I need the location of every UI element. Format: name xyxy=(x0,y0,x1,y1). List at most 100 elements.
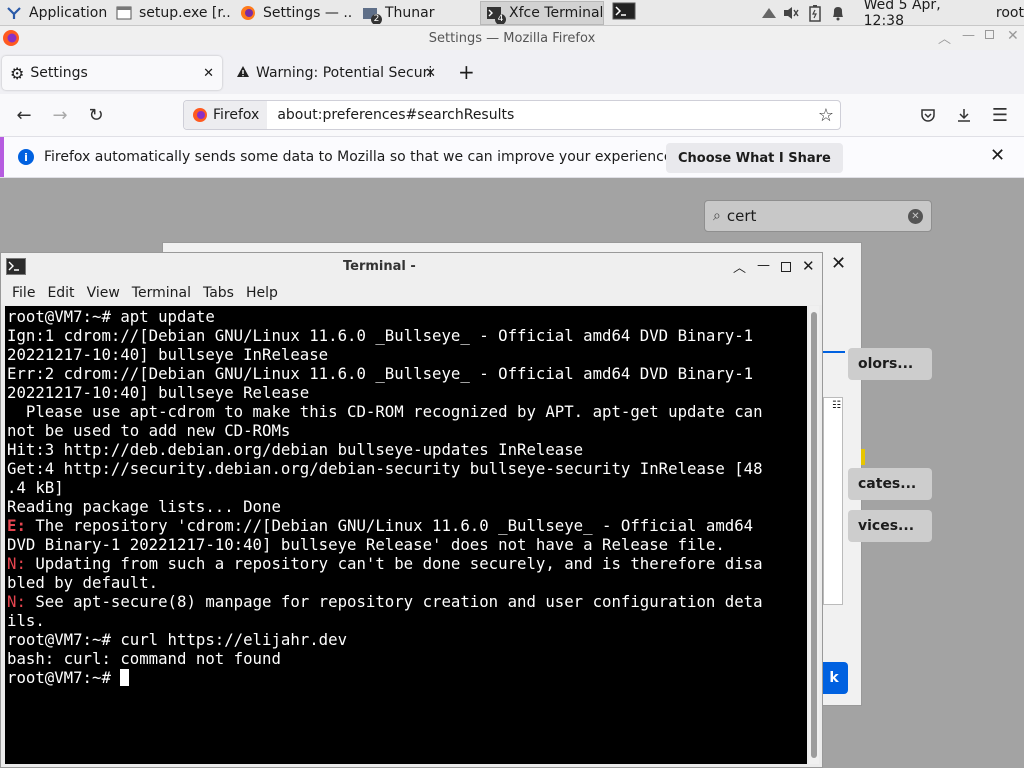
window-title: Settings — Mozilla Firefox xyxy=(428,30,596,46)
taskbar-terminal-launcher[interactable] xyxy=(608,1,640,25)
url-text[interactable]: about:preferences#searchResults xyxy=(277,107,514,123)
terminal-line-text: bash: curl: command not found xyxy=(7,649,281,668)
bookmark-star-icon[interactable]: ☆ xyxy=(818,105,834,126)
terminal-line: .4 kB] xyxy=(7,478,805,497)
terminal-line: 20221217-10:40] bullseye Release xyxy=(7,383,805,402)
terminal-line-text: Err:2 cdrom://[Debian GNU/Linux 11.6.0 _… xyxy=(7,364,754,383)
identity-label: Firefox xyxy=(213,107,260,123)
downloads-icon[interactable] xyxy=(946,99,982,131)
ok-label: k xyxy=(829,670,839,686)
roll-up-icon[interactable]: ︿ xyxy=(733,257,746,276)
terminal-icon xyxy=(612,2,636,24)
taskbar-thunar[interactable]: 2 Thunar xyxy=(356,1,476,25)
close-icon[interactable]: ✕ xyxy=(802,257,815,275)
close-tab-icon[interactable]: ✕ xyxy=(203,66,214,81)
taskbar-label: Xfce Terminal xyxy=(509,4,604,21)
taskbar-firefox-settings[interactable]: Settings — ... xyxy=(234,1,354,25)
terminal-cursor xyxy=(120,669,130,686)
terminal-line: root@VM7:~# apt update xyxy=(7,307,805,326)
menu-terminal[interactable]: Terminal xyxy=(126,285,197,301)
firefox-icon xyxy=(239,5,257,21)
terminal-icon: 4 xyxy=(485,5,506,24)
view-certificates-button[interactable]: cates... xyxy=(848,468,932,500)
terminal-line-text: 20221217-10:40] bullseye InRelease xyxy=(7,345,329,364)
security-devices-button[interactable]: vices... xyxy=(848,510,932,542)
terminal-scrollbar[interactable] xyxy=(809,306,819,764)
menu-tabs[interactable]: Tabs xyxy=(197,285,240,301)
message-prefix: N: xyxy=(7,592,26,611)
close-notice-icon[interactable]: ✕ xyxy=(990,145,1005,166)
terminal-line: Hit:3 http://deb.debian.org/debian bulls… xyxy=(7,440,805,459)
dialog-list-area: ☷ xyxy=(823,397,843,605)
devices-label: vices... xyxy=(858,518,915,534)
user-name[interactable]: root xyxy=(996,5,1024,21)
terminal-line-text: root@VM7:~# apt update xyxy=(7,307,215,326)
terminal-line-text: Reading package lists... Done xyxy=(7,497,281,516)
terminal-line: 20221217-10:40] bullseye InRelease xyxy=(7,345,805,364)
url-bar[interactable]: Firefox about:preferences#searchResults … xyxy=(183,100,841,130)
tab-warning[interactable]: Warning: Potential Securi ✕ xyxy=(228,56,444,90)
window-count-badge: 4 xyxy=(495,13,506,24)
colors-button[interactable]: olors... xyxy=(848,348,932,380)
terminal-line-text: Hit:3 http://deb.debian.org/debian bulls… xyxy=(7,440,584,459)
terminal-line: Err:2 cdrom://[Debian GNU/Linux 11.6.0 _… xyxy=(7,364,805,383)
firefox-icon xyxy=(2,29,20,51)
message-prefix: E: xyxy=(7,516,26,535)
taskbar-label: Thunar xyxy=(385,4,435,21)
wine-window-icon xyxy=(115,5,133,21)
terminal-line: not be used to add new CD-ROMs xyxy=(7,421,805,440)
identity-box[interactable]: Firefox xyxy=(184,101,268,129)
pocket-icon[interactable] xyxy=(910,99,946,131)
search-icon: ⌕ xyxy=(713,208,721,224)
reload-button[interactable]: ↻ xyxy=(78,99,114,131)
terminal-line: root@VM7:~# curl https://elijahr.dev xyxy=(7,630,805,649)
close-icon[interactable]: ✕ xyxy=(1007,28,1019,44)
tab-settings[interactable]: ⚙ Settings ✕ xyxy=(2,56,222,90)
minimize-icon[interactable]: — xyxy=(962,28,975,43)
network-icon[interactable] xyxy=(758,5,779,21)
forward-button[interactable]: → xyxy=(42,99,78,131)
preferences-search-field[interactable]: ⌕ cert ✕ xyxy=(704,200,932,232)
minimize-icon[interactable]: — xyxy=(757,258,770,273)
notification-bell-icon[interactable] xyxy=(827,5,850,21)
maximize-icon[interactable] xyxy=(781,262,791,272)
terminal-line-text: Get:4 http://security.debian.org/debian-… xyxy=(7,459,763,478)
firefox-titlebar: Settings — Mozilla Firefox ︿ — ✕ xyxy=(0,26,1024,50)
tab-strip: ⚙ Settings ✕ Warning: Potential Securi ✕… xyxy=(0,50,1024,94)
close-tab-icon[interactable]: ✕ xyxy=(425,66,436,81)
new-tab-button[interactable]: + xyxy=(458,60,475,84)
choose-what-i-share-button[interactable]: Choose What I Share xyxy=(666,143,843,173)
battery-icon[interactable] xyxy=(804,4,827,22)
dialog-close-icon[interactable]: ✕ xyxy=(831,253,846,274)
scrollbar-thumb[interactable] xyxy=(811,312,817,758)
terminal-line-text: not be used to add new CD-ROMs xyxy=(7,421,291,440)
applications-menu[interactable]: Applications xyxy=(0,1,108,25)
firefox-icon xyxy=(193,108,207,122)
terminal-output[interactable]: root@VM7:~# apt update Ign:1 cdrom://[Deb… xyxy=(5,306,807,764)
terminal-line-text: .4 kB] xyxy=(7,478,64,497)
maximize-icon[interactable] xyxy=(985,30,994,39)
terminal-titlebar[interactable]: Terminal - ︿ — ✕ xyxy=(1,253,822,281)
column-picker-icon[interactable]: ☷ xyxy=(832,400,841,411)
menu-hamburger-icon[interactable]: ☰ xyxy=(982,99,1018,131)
menu-view[interactable]: View xyxy=(81,285,126,301)
volume-icon[interactable] xyxy=(779,5,804,21)
data-reporting-notice: i Firefox automatically sends some data … xyxy=(0,136,1024,178)
taskbar-setup-exe[interactable]: setup.exe [r... xyxy=(110,1,232,25)
terminal-line-text: Please use apt-cdrom to make this CD-ROM… xyxy=(7,402,763,421)
menu-file[interactable]: File xyxy=(6,285,41,301)
roll-up-icon[interactable]: ︿ xyxy=(938,28,951,47)
back-button[interactable]: ← xyxy=(6,99,42,131)
menu-edit[interactable]: Edit xyxy=(41,285,80,301)
clear-search-icon[interactable]: ✕ xyxy=(908,208,923,224)
thunar-folder-icon: 2 xyxy=(361,5,382,24)
menu-help[interactable]: Help xyxy=(240,285,284,301)
search-input[interactable]: cert xyxy=(727,207,757,225)
ok-button[interactable]: k xyxy=(820,662,848,694)
terminal-window: Terminal - ︿ — ✕ File Edit View Terminal… xyxy=(0,252,823,768)
terminal-menubar: File Edit View Terminal Tabs Help xyxy=(1,281,822,305)
terminal-title: Terminal - xyxy=(343,259,416,274)
clock[interactable]: Wed 5 Apr, 12:38 xyxy=(864,0,980,29)
terminal-line-text: Updating from such a repository can't be… xyxy=(25,554,763,573)
taskbar-xfce-terminal[interactable]: 4 Xfce Terminal xyxy=(480,0,604,25)
